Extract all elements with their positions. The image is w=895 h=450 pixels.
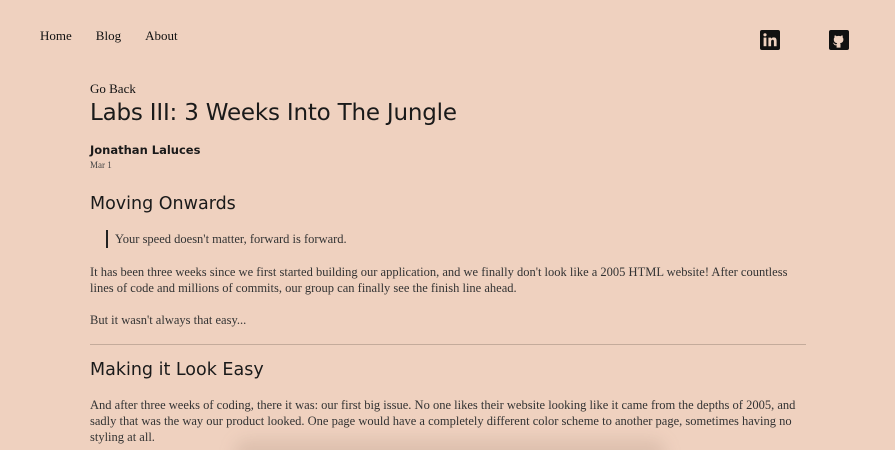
section-heading-making-it-look-easy: Making it Look Easy (90, 360, 264, 380)
quote: Your speed doesn't matter, forward is fo… (106, 230, 806, 248)
linkedin-icon[interactable] (760, 30, 780, 50)
nav-home-link[interactable]: Home (40, 28, 72, 44)
paragraph: And after three weeks of coding, there i… (90, 398, 796, 444)
section-heading-moving-onwards: Moving Onwards (90, 194, 236, 214)
section-divider (90, 344, 806, 345)
github-icon[interactable] (829, 30, 849, 50)
paragraph: But it wasn't always that easy... (90, 313, 247, 327)
post-date: Mar 1 (90, 160, 112, 170)
post-title: Labs III: 3 Weeks Into The Jungle (90, 100, 457, 126)
post-author: Jonathan Laluces (90, 143, 201, 157)
post-content: Go Back Labs III: 3 Weeks Into The Jungl… (90, 80, 806, 445)
go-back-link[interactable]: Go Back (90, 81, 136, 97)
nav-about-link[interactable]: About (145, 28, 178, 44)
nav-blog-link[interactable]: Blog (96, 28, 121, 44)
paragraph: It has been three weeks since we first s… (90, 265, 788, 295)
top-nav: Home Blog About (40, 28, 178, 44)
social-links (760, 30, 849, 50)
bottom-shadow-overlay (235, 440, 665, 450)
